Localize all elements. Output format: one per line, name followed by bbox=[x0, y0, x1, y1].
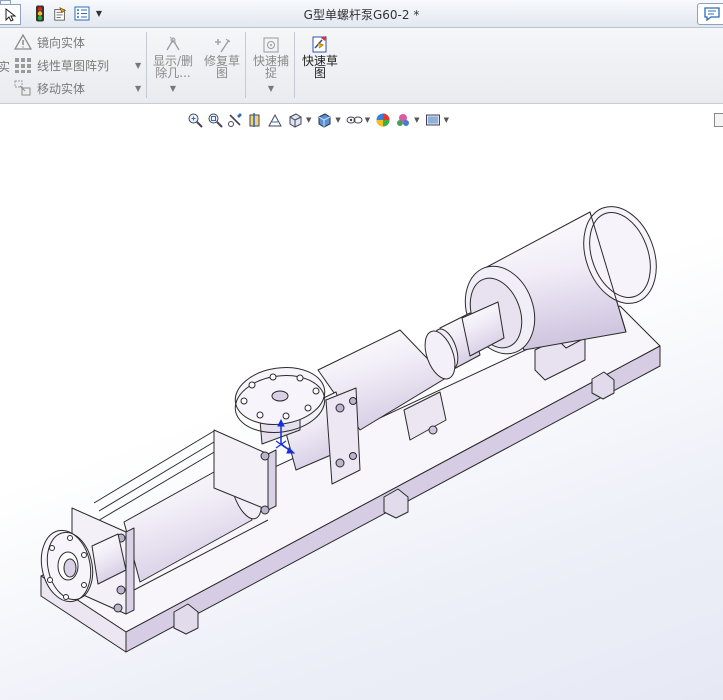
display-delete-relations-icon bbox=[166, 36, 180, 51]
display-delete-relations-button[interactable]: 显示/删 除几... ▼ bbox=[151, 36, 195, 95]
rapid-sketch-label: 快速草 图 bbox=[301, 54, 338, 80]
repair-sketch-button[interactable]: 修复草 图 bbox=[200, 36, 244, 79]
pump-model[interactable] bbox=[0, 104, 723, 700]
quick-snaps-label: 快速捕 捉 bbox=[252, 54, 289, 80]
mirror-entities-button[interactable]: 镜向实体 bbox=[14, 32, 85, 52]
quick-snaps-button[interactable]: 快速捕 捉 ▼ bbox=[249, 36, 293, 95]
mirror-warning-icon bbox=[14, 34, 32, 50]
ribbon-divider bbox=[294, 32, 295, 98]
rapid-sketch-icon bbox=[312, 36, 327, 53]
repair-sketch-icon bbox=[215, 38, 231, 53]
title-bar: ▼ ▼ G型单螺杆泵G60-2 * bbox=[0, 0, 723, 28]
chevron-down-icon[interactable]: ▼ bbox=[135, 84, 141, 93]
command-manager-ribbon: 实 镜向实体 线性草图阵列 ▼ 移动实体 ▼ 显示/删 除几... ▼ 修复草 … bbox=[0, 28, 723, 104]
quick-snaps-icon bbox=[263, 37, 279, 53]
linear-pattern-icon bbox=[15, 58, 31, 73]
chevron-down-icon[interactable]: ▼ bbox=[268, 83, 274, 95]
truncated-label: 实 bbox=[0, 60, 11, 74]
ribbon-divider bbox=[245, 32, 246, 98]
window-title: G型单螺杆泵G60-2 * bbox=[303, 8, 420, 22]
ribbon-divider bbox=[146, 32, 147, 98]
speech-bubble-icon bbox=[704, 7, 720, 21]
move-entities-icon bbox=[14, 80, 31, 96]
rapid-sketch-button[interactable]: 快速草 图 bbox=[298, 36, 342, 79]
linear-sketch-pattern-button[interactable]: 线性草图阵列 ▼ bbox=[14, 55, 142, 75]
mirror-entities-label: 镜向实体 bbox=[37, 35, 86, 50]
chevron-down-icon[interactable]: ▼ bbox=[170, 83, 176, 95]
move-entities-button[interactable]: 移动实体 ▼ bbox=[14, 78, 142, 98]
repair-sketch-label: 修复草 图 bbox=[203, 54, 240, 80]
display-delete-relations-label: 显示/删 除几... bbox=[152, 54, 194, 80]
linear-sketch-pattern-label: 线性草图阵列 bbox=[37, 58, 110, 73]
move-entities-label: 移动实体 bbox=[37, 81, 86, 96]
chevron-down-icon[interactable]: ▼ bbox=[135, 61, 141, 70]
comment-button[interactable] bbox=[697, 3, 723, 25]
